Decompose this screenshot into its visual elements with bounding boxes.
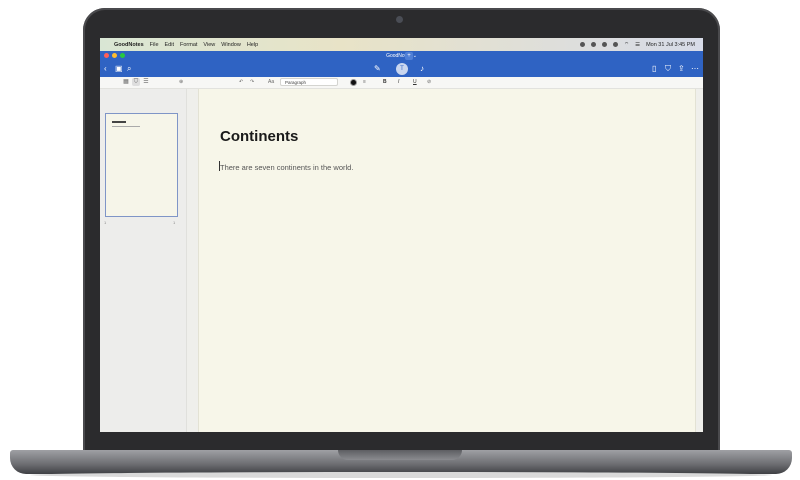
status-icon[interactable]: [590, 42, 596, 47]
align-icon[interactable]: ≡: [363, 78, 366, 87]
text-style-icon[interactable]: Aa: [268, 78, 274, 87]
laptop-notch: [338, 450, 462, 460]
zoom-window-button[interactable]: [120, 53, 125, 58]
document-heading[interactable]: Continents: [220, 128, 298, 145]
bookmark-view-icon[interactable]: ⛉: [132, 78, 140, 86]
redo-icon[interactable]: ↷: [250, 78, 254, 87]
menu-format[interactable]: Format: [180, 42, 197, 48]
more-format-icon[interactable]: ⊘: [427, 78, 431, 87]
more-icon[interactable]: ⋯: [691, 64, 699, 74]
text-color-button[interactable]: [350, 79, 357, 86]
menu-help[interactable]: Help: [247, 42, 258, 48]
sidebar-toggle-icon[interactable]: ▣: [115, 64, 123, 74]
close-window-button[interactable]: [104, 53, 109, 58]
italic-button[interactable]: I: [398, 78, 399, 87]
page-number-left: 1: [104, 220, 107, 225]
menu-clock[interactable]: Mon 31 Jul 3:45 PM: [646, 42, 695, 48]
document-page[interactable]: Continents There are seven continents in…: [198, 89, 696, 432]
format-bar: ▦ ⛉ ☰ ⊕ ↶ ↷ Aa Paragraph ≡ B I U ⊘: [100, 77, 703, 89]
status-icon[interactable]: [612, 42, 618, 47]
back-icon[interactable]: ‹: [104, 64, 107, 74]
control-center-icon[interactable]: ☰: [635, 42, 640, 48]
share-icon[interactable]: ⇪: [678, 64, 685, 74]
add-page-icon[interactable]: ⊕: [179, 78, 183, 87]
menu-view[interactable]: View: [203, 42, 215, 48]
new-tab-icon[interactable]: +: [405, 52, 413, 60]
menu-app-name[interactable]: GoodNotes: [114, 42, 144, 48]
outline-view-icon[interactable]: ☰: [142, 78, 150, 86]
menu-window[interactable]: Window: [221, 42, 241, 48]
wifi-icon[interactable]: ⌔: [624, 41, 629, 48]
menu-file[interactable]: File: [150, 42, 159, 48]
bold-button[interactable]: B: [383, 78, 387, 87]
text-mode-button[interactable]: T: [396, 63, 408, 75]
screen: GoodNotes File Edit Format View Window H…: [100, 38, 703, 432]
status-icon[interactable]: [601, 42, 607, 47]
page-sidebar: 1 1: [100, 89, 187, 432]
document-canvas: Continents There are seven continents in…: [187, 89, 703, 432]
thumbnail-title-line: [112, 121, 126, 123]
undo-icon[interactable]: ↶: [239, 78, 243, 87]
page-thumbnail[interactable]: [105, 113, 178, 217]
laptop-shadow: [30, 472, 772, 478]
search-icon[interactable]: ⌕: [127, 64, 131, 74]
status-icon[interactable]: [579, 42, 585, 47]
minimize-window-button[interactable]: [112, 53, 117, 58]
camera: [396, 16, 403, 23]
pen-tool-icon[interactable]: ✎: [374, 64, 381, 74]
document-body-text[interactable]: There are seven continents in the world.: [220, 163, 353, 172]
window-controls: [104, 53, 125, 58]
page-icon[interactable]: ▯: [652, 64, 656, 74]
toolbar: ‹ ▣ ⌕ ✎ T ♪ ▯ ⛉ ⇪ ⋯: [100, 61, 703, 77]
thumbnail-text-line: [112, 126, 140, 127]
title-bar: GoodNotes ⌄ +: [100, 51, 703, 61]
paragraph-style-value: Paragraph: [285, 80, 307, 85]
menu-bar: GoodNotes File Edit Format View Window H…: [100, 38, 703, 51]
paragraph-style-select[interactable]: Paragraph: [280, 78, 338, 86]
underline-button[interactable]: U: [413, 78, 417, 87]
bookmark-icon[interactable]: ⛉: [665, 64, 671, 74]
grid-view-icon[interactable]: ▦: [122, 78, 130, 86]
status-area: ⌔ ☰ Mon 31 Jul 3:45 PM: [579, 41, 695, 48]
view-tabs: ▦ ⛉ ☰: [122, 78, 150, 86]
menu-edit[interactable]: Edit: [165, 42, 174, 48]
microphone-icon[interactable]: ♪: [420, 64, 424, 74]
page-number-right: 1: [173, 220, 176, 225]
